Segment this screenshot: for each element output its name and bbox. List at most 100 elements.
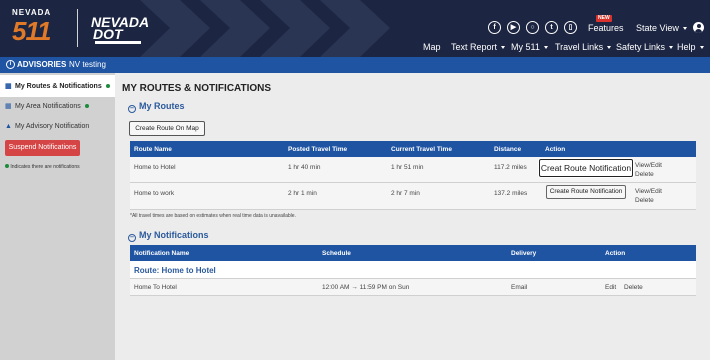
warning-icon: ▲ bbox=[5, 123, 12, 130]
logo-number: 511 bbox=[12, 16, 51, 46]
create-route-notification-button[interactable]: Creat Route Notification bbox=[539, 159, 633, 177]
advisory-label: ADVISORIES bbox=[17, 60, 67, 69]
indicator-legend: Indicates there are notifications bbox=[5, 164, 80, 170]
features-link[interactable]: Features bbox=[588, 23, 624, 33]
chevron-down-icon bbox=[501, 46, 506, 50]
mobile-app-icon[interactable]: ▯ bbox=[564, 21, 577, 34]
nav-text-report[interactable]: Text Report bbox=[451, 42, 506, 52]
notification-indicator-dot bbox=[5, 164, 9, 168]
state-view-dropdown[interactable]: State View bbox=[636, 23, 687, 33]
twitter-icon[interactable]: t bbox=[545, 21, 558, 34]
route-group-header: Route: Home to Hotel bbox=[130, 261, 696, 279]
view-edit-link[interactable]: View/Edit bbox=[635, 188, 662, 195]
view-edit-link[interactable]: View/Edit bbox=[635, 162, 662, 169]
nevada-511-logo[interactable]: NEVADA 511 bbox=[6, 8, 64, 48]
map-icon: ▦ bbox=[5, 103, 12, 110]
my-routes-heading-text: My Routes bbox=[139, 101, 185, 111]
distance: 137.2 miles bbox=[494, 190, 528, 197]
nav-help-label: Help bbox=[677, 42, 696, 52]
nav-my-511[interactable]: My 511 bbox=[511, 42, 548, 52]
page-title: MY ROUTES & NOTIFICATIONS bbox=[122, 83, 272, 94]
sidebar-item-area-notifications[interactable]: ▦ My Area Notifications bbox=[0, 95, 115, 117]
nav-help[interactable]: Help bbox=[677, 42, 704, 52]
delete-link[interactable]: Delete bbox=[624, 284, 643, 291]
sidebar-item-label: My Advisory Notification bbox=[15, 123, 90, 130]
nav-safety-links[interactable]: Safety Links bbox=[616, 42, 674, 52]
notifications-table-header: Notification Name Schedule Delivery Acti… bbox=[130, 245, 696, 261]
nav-safety-links-label: Safety Links bbox=[616, 42, 666, 52]
route-name: Home to work bbox=[134, 190, 175, 197]
nav-map[interactable]: Map bbox=[423, 42, 441, 52]
sidebar-item-label: My Routes & Notifications bbox=[15, 83, 110, 90]
delivery: Email bbox=[511, 284, 528, 291]
column-header: Action bbox=[545, 146, 566, 153]
column-header: Route Name bbox=[134, 146, 172, 153]
column-header: Action bbox=[605, 250, 626, 257]
route-group-label: Route: Home to Hotel bbox=[134, 266, 216, 275]
routes-table: Route Name Posted Travel Time Current Tr… bbox=[130, 141, 696, 211]
main-content: MY ROUTES & NOTIFICATIONS – My Routes Cre… bbox=[115, 73, 710, 360]
chevron-down-icon bbox=[682, 27, 687, 31]
sidebar-item-my-routes[interactable]: ▦ My Routes & Notifications bbox=[0, 75, 115, 97]
column-header: Distance bbox=[494, 146, 522, 153]
my-notifications-heading-text: My Notifications bbox=[139, 230, 209, 240]
nav-travel-links[interactable]: Travel Links bbox=[555, 42, 612, 52]
dot-logo-line2: DOT bbox=[93, 26, 123, 42]
column-header: Current Travel Time bbox=[391, 146, 452, 153]
edit-link[interactable]: Edit bbox=[605, 284, 616, 291]
new-badge: NEW bbox=[596, 15, 612, 22]
advisory-bar[interactable]: i ADVISORIES NV testing bbox=[0, 57, 710, 73]
column-header: Posted Travel Time bbox=[288, 146, 348, 153]
nevada-dot-logo[interactable]: NEVADA DOT bbox=[91, 14, 149, 46]
column-header: Schedule bbox=[322, 250, 351, 257]
create-route-notification-button[interactable]: Create Route Notification bbox=[546, 185, 626, 199]
notification-indicator-dot bbox=[105, 84, 110, 88]
nav-text-report-label: Text Report bbox=[451, 42, 498, 52]
nav-travel-links-label: Travel Links bbox=[555, 42, 604, 52]
my-routes-heading[interactable]: – My Routes bbox=[128, 101, 185, 113]
delete-link[interactable]: Delete bbox=[635, 171, 654, 178]
nav-my-511-label: My 511 bbox=[511, 42, 540, 52]
instagram-icon[interactable]: ○ bbox=[526, 21, 539, 34]
site-header: NEVADA 511 NEVADA DOT f ▶ ○ t ▯ NEW Feat… bbox=[0, 0, 710, 57]
chevron-down-icon bbox=[607, 46, 612, 50]
create-route-on-map-button[interactable]: Create Route On Map bbox=[129, 121, 205, 136]
notification-name: Home To Hotel bbox=[134, 284, 177, 291]
table-row: Home To Hotel 12:00 AM → 11:59 PM on Sun… bbox=[130, 279, 696, 296]
header-decoration bbox=[140, 0, 390, 57]
indicator-legend-text: Indicates there are notifications bbox=[10, 164, 80, 170]
sidebar: ▦ My Routes & Notifications ▦ My Area No… bbox=[0, 73, 115, 360]
sidebar-item-label: My Area Notifications bbox=[15, 103, 89, 110]
column-header: Delivery bbox=[511, 250, 537, 257]
notification-indicator-dot bbox=[84, 104, 89, 108]
chevron-down-icon bbox=[669, 46, 674, 50]
current-time: 2 hr 7 min bbox=[391, 190, 420, 197]
table-row: Home to work 2 hr 1 min 2 hr 7 min 137.2… bbox=[130, 183, 696, 210]
chevron-down-icon bbox=[543, 46, 548, 50]
column-header: Notification Name bbox=[134, 250, 190, 257]
advisory-message[interactable]: NV testing bbox=[69, 60, 106, 69]
youtube-icon[interactable]: ▶ bbox=[507, 21, 520, 34]
state-view-label: State View bbox=[636, 23, 679, 33]
logo-divider bbox=[77, 9, 78, 47]
posted-time: 1 hr 40 min bbox=[288, 164, 321, 171]
sidebar-item-advisory-notification[interactable]: ▲ My Advisory Notification bbox=[0, 115, 115, 137]
travel-time-footnote: *All travel times are based on estimates… bbox=[130, 213, 296, 219]
route-icon: ▦ bbox=[5, 83, 12, 90]
facebook-icon[interactable]: f bbox=[488, 21, 501, 34]
collapse-icon[interactable]: – bbox=[128, 234, 136, 242]
user-account-icon[interactable] bbox=[693, 22, 704, 33]
table-row: Home to Hotel 1 hr 40 min 1 hr 51 min 11… bbox=[130, 157, 696, 183]
suspend-notifications-button[interactable]: Suspend Notifications bbox=[5, 140, 80, 156]
route-name: Home to Hotel bbox=[134, 164, 176, 171]
current-time: 1 hr 51 min bbox=[391, 164, 424, 171]
info-icon: i bbox=[6, 60, 15, 69]
collapse-icon[interactable]: – bbox=[128, 105, 136, 113]
distance: 117.2 miles bbox=[494, 164, 527, 171]
chevron-down-icon bbox=[699, 46, 704, 50]
routes-table-header: Route Name Posted Travel Time Current Tr… bbox=[130, 141, 696, 157]
posted-time: 2 hr 1 min bbox=[288, 190, 317, 197]
my-notifications-heading[interactable]: – My Notifications bbox=[128, 230, 209, 242]
dot-logo-arrow bbox=[95, 41, 141, 44]
delete-link[interactable]: Delete bbox=[635, 197, 654, 204]
